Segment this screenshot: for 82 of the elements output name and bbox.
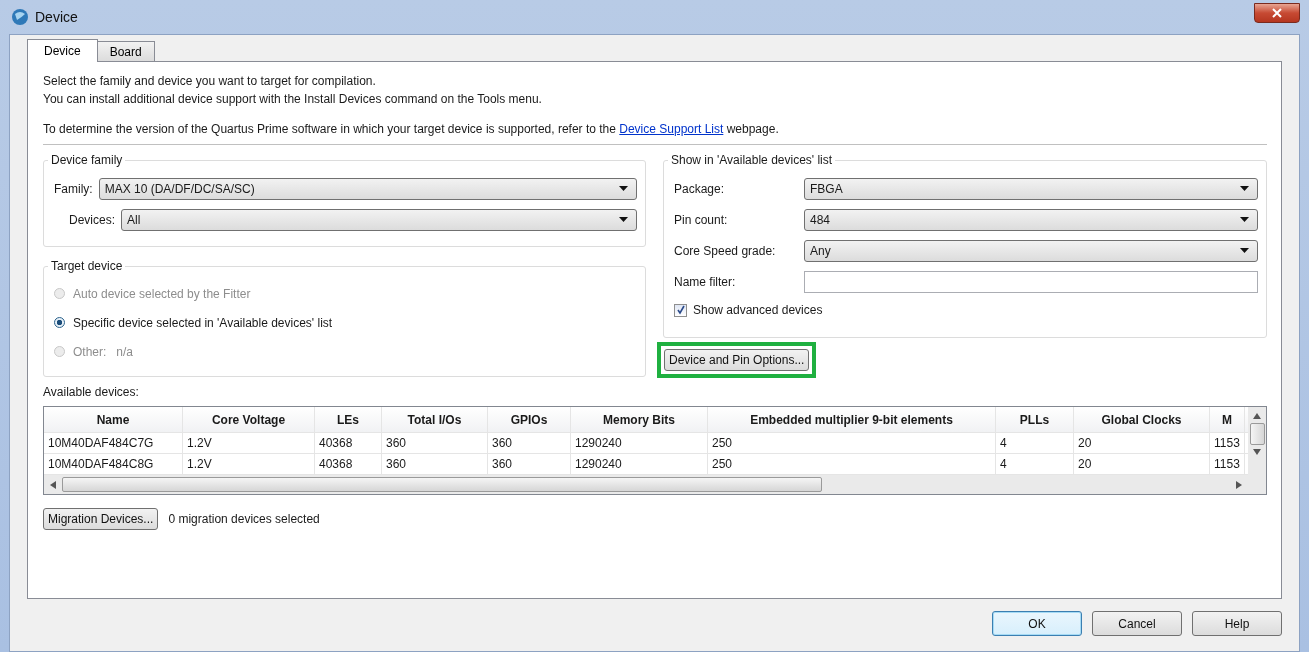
checkbox-label: Show advanced devices bbox=[693, 303, 823, 317]
app-globe-icon bbox=[11, 8, 29, 26]
instruction-text: Select the family and device you want to target for compilation. bbox=[43, 73, 377, 90]
dropdown[interactable]: MAX 10 (DA/DF/DC/SA/SC) bbox=[98, 177, 637, 200]
dropdown[interactable]: 484 bbox=[804, 208, 1258, 231]
migration-status-text: 0 migration devices selected bbox=[168, 512, 320, 526]
scroll-thumb[interactable] bbox=[1249, 423, 1265, 445]
column-header[interactable]: LEs bbox=[315, 407, 382, 432]
column-header[interactable]: Name bbox=[44, 407, 183, 432]
scroll-right-icon[interactable] bbox=[1236, 480, 1242, 489]
field-label: Family: bbox=[54, 181, 93, 196]
option-label: Other: bbox=[73, 344, 107, 359]
tab[interactable]: Board bbox=[96, 41, 155, 61]
window-title: Device bbox=[35, 9, 78, 25]
close-button[interactable] bbox=[1254, 3, 1300, 23]
dropdown[interactable]: Any bbox=[804, 239, 1258, 262]
field-label: Pin count: bbox=[674, 212, 729, 227]
name-filter-field[interactable] bbox=[804, 270, 1258, 293]
radio-button[interactable] bbox=[54, 317, 65, 328]
instruction-text: You can install additional device support with the Install Devices command on the Tools menu. bbox=[43, 91, 543, 108]
table-cell: 360 bbox=[488, 454, 571, 474]
caret-icon bbox=[1240, 248, 1249, 253]
checkbox[interactable] bbox=[674, 303, 687, 317]
table-cell: 4 bbox=[996, 433, 1074, 453]
table-cell: 1.2V bbox=[183, 454, 315, 474]
option-value: n/a bbox=[116, 344, 134, 359]
column-header[interactable]: PLLs bbox=[996, 407, 1074, 432]
caret-icon bbox=[619, 217, 628, 222]
option-label: Auto device selected by the Fitter bbox=[73, 286, 251, 301]
dialog-button[interactable]: Help bbox=[1192, 611, 1282, 636]
close-icon bbox=[1272, 8, 1282, 18]
table-cell: 360 bbox=[382, 454, 488, 474]
table-cell: 1153 bbox=[1210, 454, 1245, 474]
table-cell: 360 bbox=[488, 433, 571, 453]
caret-icon bbox=[619, 186, 628, 191]
table-cell: 10M40DAF484C7G bbox=[44, 433, 183, 453]
table-cell: 360 bbox=[382, 433, 488, 453]
column-header[interactable]: Global Clocks bbox=[1074, 407, 1210, 432]
table-cell: 250 bbox=[708, 433, 996, 453]
horizontal-scrollbar[interactable] bbox=[44, 475, 1248, 494]
column-header[interactable]: Embedded multiplier 9-bit elements bbox=[708, 407, 996, 432]
dialog-button[interactable]: OK bbox=[992, 611, 1082, 636]
column-header[interactable]: Core Voltage bbox=[183, 407, 315, 432]
vertical-scrollbar[interactable] bbox=[1248, 407, 1266, 494]
caret-icon bbox=[1240, 186, 1249, 191]
table-cell: 40368 bbox=[315, 433, 382, 453]
table-cell: 20 bbox=[1074, 433, 1210, 453]
table-cell: 4 bbox=[996, 454, 1074, 474]
dialog-button[interactable]: Cancel bbox=[1092, 611, 1182, 636]
column-header[interactable]: Memory Bits bbox=[571, 407, 708, 432]
option-label: Specific device selected in 'Available devices' list bbox=[73, 315, 333, 330]
group-title: Device family bbox=[50, 152, 124, 169]
table-cell: 250 bbox=[708, 454, 996, 474]
available-devices-label: Available devices: bbox=[43, 384, 140, 401]
field-label: Name filter: bbox=[674, 274, 737, 289]
field-label: Devices: bbox=[69, 212, 115, 227]
device-pin-options-button[interactable]: Device and Pin Options... bbox=[664, 349, 810, 371]
scroll-up-icon[interactable] bbox=[1253, 413, 1261, 419]
table-cell: 10M40DAF484C8G bbox=[44, 454, 183, 474]
scroll-down-icon[interactable] bbox=[1253, 449, 1261, 455]
scroll-left-icon[interactable] bbox=[50, 480, 56, 489]
scroll-thumb[interactable] bbox=[62, 477, 822, 492]
tab[interactable]: Device bbox=[27, 39, 98, 62]
table-cell: 20 bbox=[1074, 454, 1210, 474]
caret-icon bbox=[1240, 217, 1249, 222]
column-header[interactable]: GPIOs bbox=[488, 407, 571, 432]
support-note-text: To determine the version of the Quartus Prime software in which your target device is supported, refer to the Device Support List webpage. bbox=[43, 121, 780, 138]
group-title: Target device bbox=[50, 258, 124, 275]
migration-devices-button[interactable]: Migration Devices... bbox=[43, 508, 159, 530]
device-support-list-link[interactable]: Device Support List bbox=[619, 122, 724, 136]
table-cell: 1.2V bbox=[183, 433, 315, 453]
table-cell: 40368 bbox=[315, 454, 382, 474]
field-label: Core Speed grade: bbox=[674, 243, 777, 258]
dropdown[interactable]: All bbox=[121, 208, 637, 231]
table-cell: 1290240 bbox=[571, 433, 708, 453]
column-header[interactable]: M bbox=[1210, 407, 1245, 432]
group-title: Show in 'Available devices' list bbox=[670, 152, 834, 169]
column-header[interactable]: Total I/Os bbox=[382, 407, 488, 432]
dropdown[interactable]: FBGA bbox=[804, 177, 1258, 200]
table-cell: 1153 bbox=[1210, 433, 1245, 453]
table-cell: 1290240 bbox=[571, 454, 708, 474]
field-label: Package: bbox=[674, 181, 726, 196]
